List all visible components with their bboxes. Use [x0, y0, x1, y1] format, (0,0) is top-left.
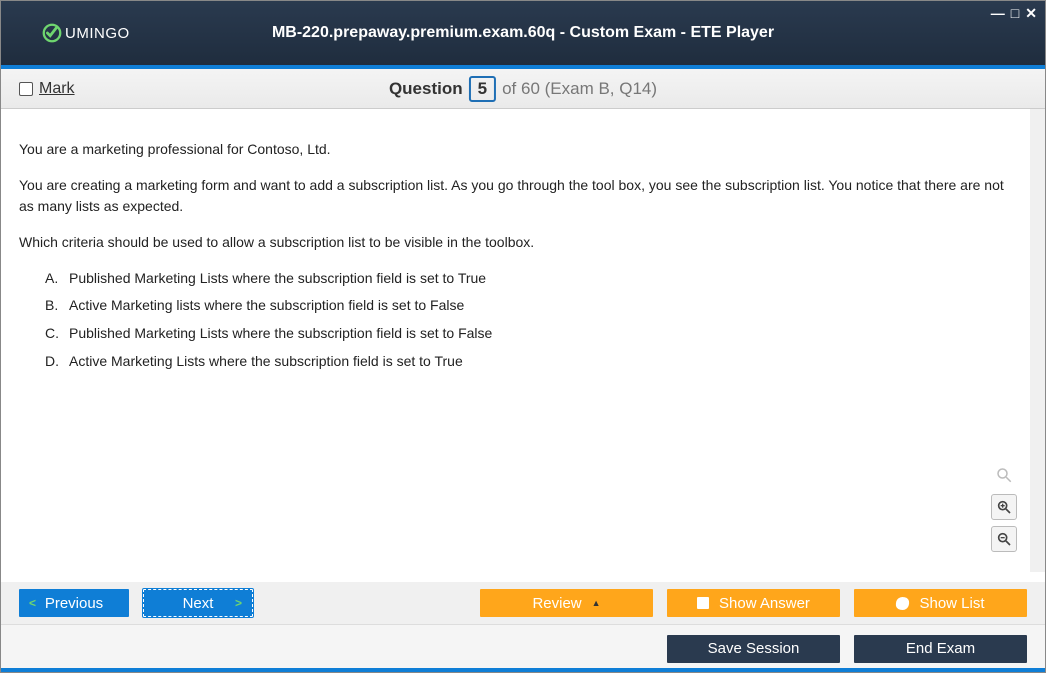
next-button[interactable]: Next > [143, 589, 253, 617]
question-total: of 60 (Exam B, Q14) [502, 79, 657, 99]
answer-option[interactable]: C. Published Marketing Lists where the s… [45, 323, 1012, 345]
question-header: Mark Question 5 of 60 (Exam B, Q14) [1, 69, 1045, 109]
footer-button-row: Save Session End Exam [1, 624, 1045, 672]
window-title: MB-220.prepaway.premium.exam.60q - Custo… [272, 24, 774, 42]
end-exam-button[interactable]: End Exam [854, 635, 1027, 663]
question-content: You are a marketing professional for Con… [1, 109, 1045, 572]
question-indicator: Question 5 of 60 (Exam B, Q14) [389, 76, 657, 102]
option-text: Active Marketing lists where the subscri… [69, 295, 464, 317]
question-paragraph: You are creating a marketing form and wa… [19, 175, 1012, 218]
show-answer-button[interactable]: Show Answer [667, 589, 840, 617]
question-paragraph: You are a marketing professional for Con… [19, 139, 1012, 161]
square-icon [697, 597, 709, 609]
logo-text: UMINGO [65, 25, 130, 42]
close-icon[interactable]: ✕ [1025, 5, 1037, 22]
question-label: Question [389, 79, 463, 99]
option-text: Published Marketing Lists where the subs… [69, 268, 486, 290]
option-letter: A. [45, 268, 69, 290]
question-number: 5 [469, 76, 496, 102]
answer-option[interactable]: D. Active Marketing Lists where the subs… [45, 351, 1012, 373]
previous-button[interactable]: < Previous [19, 589, 129, 617]
triangle-up-icon: ▲ [592, 598, 601, 608]
zoom-reset-icon[interactable] [991, 462, 1017, 488]
minimize-icon[interactable]: — [991, 5, 1005, 22]
answer-options: A. Published Marketing Lists where the s… [45, 268, 1012, 373]
option-text: Published Marketing Lists where the subs… [69, 323, 492, 345]
zoom-in-icon[interactable] [991, 494, 1017, 520]
window-controls: — □ ✕ [991, 5, 1037, 22]
question-paragraph: Which criteria should be used to allow a… [19, 232, 1012, 254]
option-letter: D. [45, 351, 69, 373]
chevron-left-icon: < [29, 596, 36, 610]
mark-checkbox-icon[interactable] [19, 82, 33, 96]
logo-check-icon [41, 22, 63, 44]
blob-icon [896, 596, 911, 611]
option-letter: C. [45, 323, 69, 345]
accent-bar-bottom [1, 668, 1045, 672]
answer-option[interactable]: A. Published Marketing Lists where the s… [45, 268, 1012, 290]
mark-toggle[interactable]: Mark [19, 80, 75, 98]
save-session-button[interactable]: Save Session [667, 635, 840, 663]
answer-option[interactable]: B. Active Marketing lists where the subs… [45, 295, 1012, 317]
zoom-out-icon[interactable] [991, 526, 1017, 552]
titlebar: UMINGO MB-220.prepaway.premium.exam.60q … [1, 1, 1045, 65]
chevron-right-icon: > [235, 596, 242, 610]
option-letter: B. [45, 295, 69, 317]
nav-button-row: < Previous Next > Review ▲ Show Answer S… [1, 582, 1045, 624]
mark-label: Mark [39, 80, 75, 98]
maximize-icon[interactable]: □ [1011, 5, 1019, 22]
option-text: Active Marketing Lists where the subscri… [69, 351, 463, 373]
review-button[interactable]: Review ▲ [480, 589, 653, 617]
zoom-tools [991, 462, 1017, 552]
logo: UMINGO [41, 22, 130, 44]
show-list-button[interactable]: Show List [854, 589, 1027, 617]
